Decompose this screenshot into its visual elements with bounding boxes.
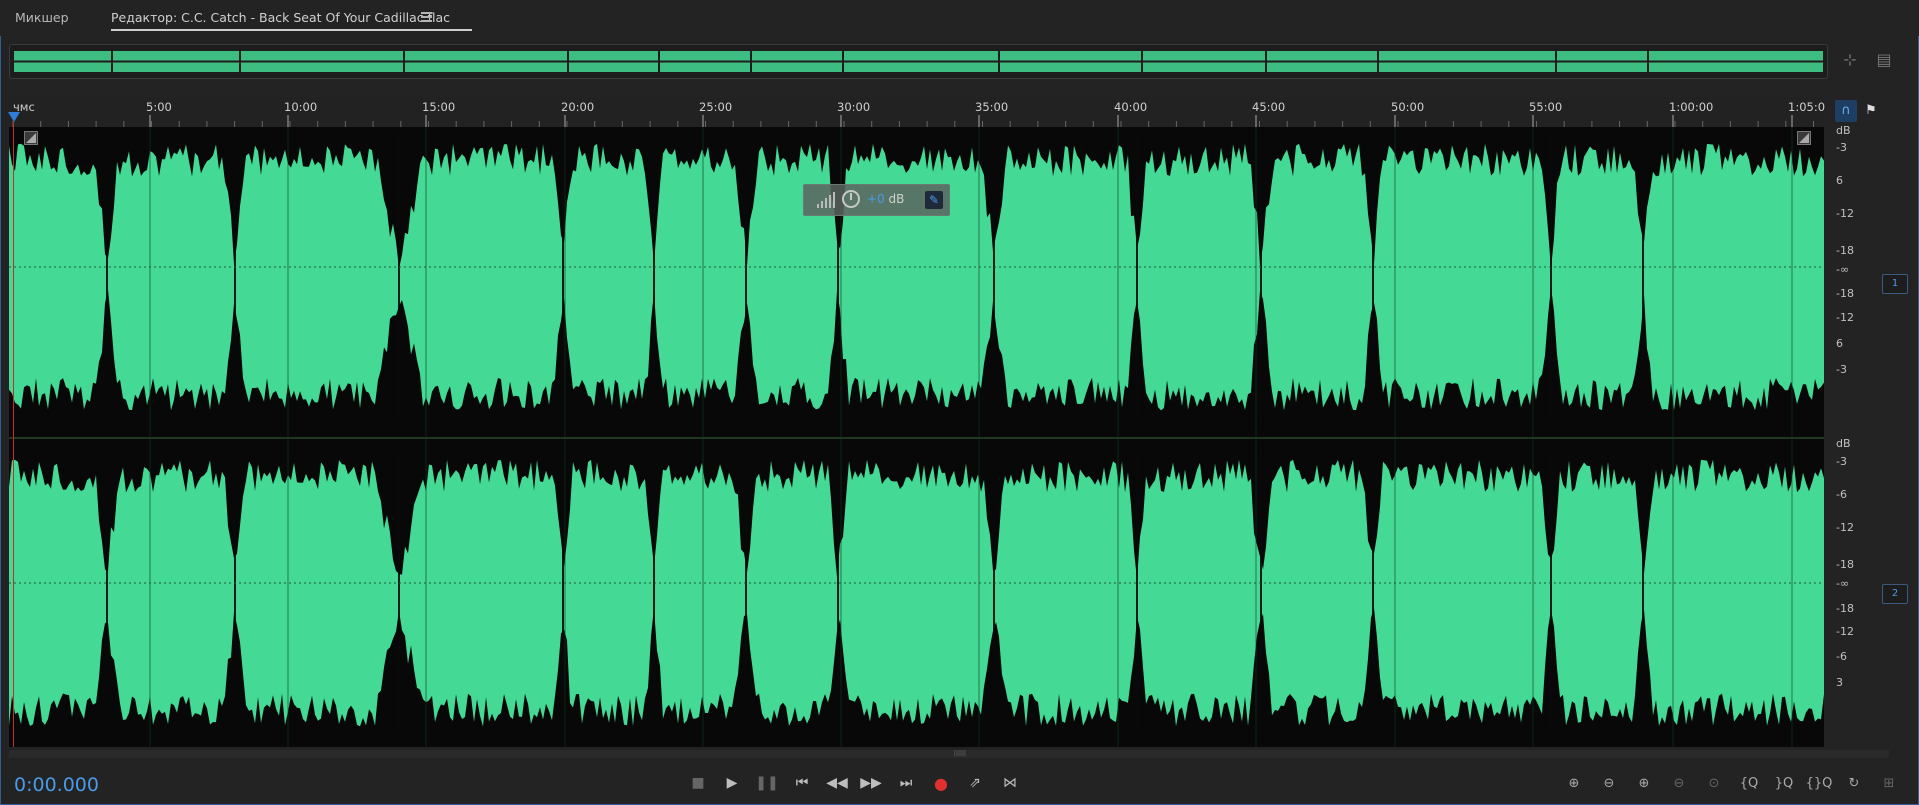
zoom-overview-icon[interactable]: ⊹ bbox=[1838, 48, 1862, 72]
horizontal-scrollbar[interactable]: |||||| bbox=[9, 750, 1889, 758]
transport-controls: ■ ▶ ❚❚ ⏮ ◀◀ ▶▶ ⏭ ● ⇗ ⋈ bbox=[685, 770, 1025, 796]
zoom-in-amplitude-icon[interactable]: ⊕ bbox=[1560, 770, 1588, 796]
zoom-out-time-icon[interactable]: ⊖ bbox=[1665, 770, 1693, 796]
zoom-in-point-icon[interactable]: }Q bbox=[1770, 770, 1798, 796]
tab-editor[interactable]: Редактор: C.C. Catch - Back Seat Of Your… bbox=[111, 10, 473, 31]
db-scale-label: -6 bbox=[1836, 650, 1847, 663]
gain-hud[interactable]: +0 dB ✎ bbox=[803, 184, 950, 216]
skip-to-start-icon[interactable]: ⏮ bbox=[789, 770, 815, 796]
db-scale-label: -6 bbox=[1836, 488, 1847, 501]
zoom-panel-icon[interactable]: ⊞ bbox=[1875, 770, 1903, 796]
db-scale-label: -3 bbox=[1836, 363, 1847, 376]
scrollbar-grip-icon[interactable]: |||||| bbox=[947, 751, 973, 757]
zoom-selection-icon[interactable]: {Q bbox=[1735, 770, 1763, 796]
db-scale-label: -12 bbox=[1836, 207, 1854, 220]
db-scale-label: -18 bbox=[1836, 602, 1854, 615]
db-scale-label: -12 bbox=[1836, 521, 1854, 534]
tab-editor-label[interactable]: Редактор: C.C. Catch - Back Seat Of Your… bbox=[111, 10, 450, 25]
time-ruler[interactable]: чмс 5:00 10:00 15:00 20:00 25:00 30:00 35:00 40… bbox=[9, 97, 1825, 128]
playhead-marker[interactable] bbox=[8, 112, 20, 122]
db-scale-label: 6 bbox=[1836, 337, 1843, 350]
channel-1-badge[interactable]: 1 bbox=[1882, 274, 1908, 294]
gain-unit: dB bbox=[888, 192, 905, 206]
zoom-in-time-icon[interactable]: ⊕ bbox=[1630, 770, 1658, 796]
zoom-out-amplitude-icon[interactable]: ⊖ bbox=[1595, 770, 1623, 796]
db-scale-label: -18 bbox=[1836, 244, 1854, 257]
ruler-tick-marks bbox=[12, 115, 1814, 127]
db-scale-label: 6 bbox=[1836, 174, 1843, 187]
overview-waveform bbox=[14, 50, 1823, 73]
db-scale-label: -∞ bbox=[1836, 263, 1850, 276]
tab-bar: Микшер Редактор: C.C. Catch - Back Seat … bbox=[0, 0, 1919, 36]
fade-in-handle-icon[interactable] bbox=[24, 131, 38, 145]
loop-playback-icon[interactable]: ⇗ bbox=[962, 770, 988, 796]
db-scale-label: -18 bbox=[1836, 558, 1854, 571]
db-scale-label: -3 bbox=[1836, 141, 1847, 154]
skip-to-end-icon[interactable]: ⏭ bbox=[893, 770, 919, 796]
db-scale-label: -12 bbox=[1836, 311, 1854, 324]
stop-icon[interactable]: ■ bbox=[685, 770, 711, 796]
db-scale: dB -3 6 -12 -18 -∞ -18 -12 6 -3 dB -3 -6 -12 -18 -∞ -18 -… bbox=[1826, 124, 1866, 747]
channel-divider bbox=[9, 437, 1824, 439]
tab-menu-icon[interactable] bbox=[421, 12, 432, 24]
zoom-reset-icon[interactable]: ↻ bbox=[1840, 770, 1868, 796]
current-time-display[interactable]: 0:00.000 bbox=[14, 774, 99, 796]
db-scale-label: 3 bbox=[1836, 676, 1843, 689]
db-scale-label: -12 bbox=[1836, 625, 1854, 638]
play-icon[interactable]: ▶ bbox=[719, 770, 745, 796]
pause-icon[interactable]: ❚❚ bbox=[754, 770, 780, 796]
tab-active-underline bbox=[111, 29, 473, 31]
db-scale-label: -∞ bbox=[1836, 577, 1850, 590]
fade-out-handle-icon[interactable] bbox=[1797, 131, 1811, 145]
panel-menu-icon[interactable]: ▤ bbox=[1872, 48, 1896, 72]
fast-forward-icon[interactable]: ▶▶ bbox=[858, 770, 884, 796]
gain-value[interactable]: +0 dB bbox=[867, 192, 904, 206]
db-unit-label: dB bbox=[1836, 437, 1851, 450]
playhead-line bbox=[13, 122, 14, 747]
headphones-icon[interactable]: ∩ bbox=[1835, 100, 1857, 122]
marker-pin-icon[interactable]: ⚑ bbox=[1864, 100, 1878, 122]
zoom-out-point-icon[interactable]: {}Q bbox=[1805, 770, 1833, 796]
gain-knob-icon[interactable] bbox=[842, 190, 860, 208]
zoom-out-full-icon[interactable]: ⊙ bbox=[1700, 770, 1728, 796]
tab-mixer[interactable]: Микшер bbox=[15, 10, 69, 25]
pin-hud-icon[interactable]: ✎ bbox=[925, 191, 943, 209]
level-bars-icon bbox=[817, 192, 835, 208]
db-scale-label: -3 bbox=[1836, 455, 1847, 468]
skip-selection-icon[interactable]: ⋈ bbox=[997, 770, 1023, 796]
record-icon[interactable]: ● bbox=[928, 770, 954, 796]
db-unit-label: dB bbox=[1836, 124, 1851, 137]
channel-2-badge[interactable]: 2 bbox=[1882, 584, 1908, 604]
waveform-overview[interactable] bbox=[9, 44, 1828, 79]
db-scale-label: -18 bbox=[1836, 287, 1854, 300]
rewind-icon[interactable]: ◀◀ bbox=[824, 770, 850, 796]
gain-number: +0 bbox=[867, 192, 885, 206]
